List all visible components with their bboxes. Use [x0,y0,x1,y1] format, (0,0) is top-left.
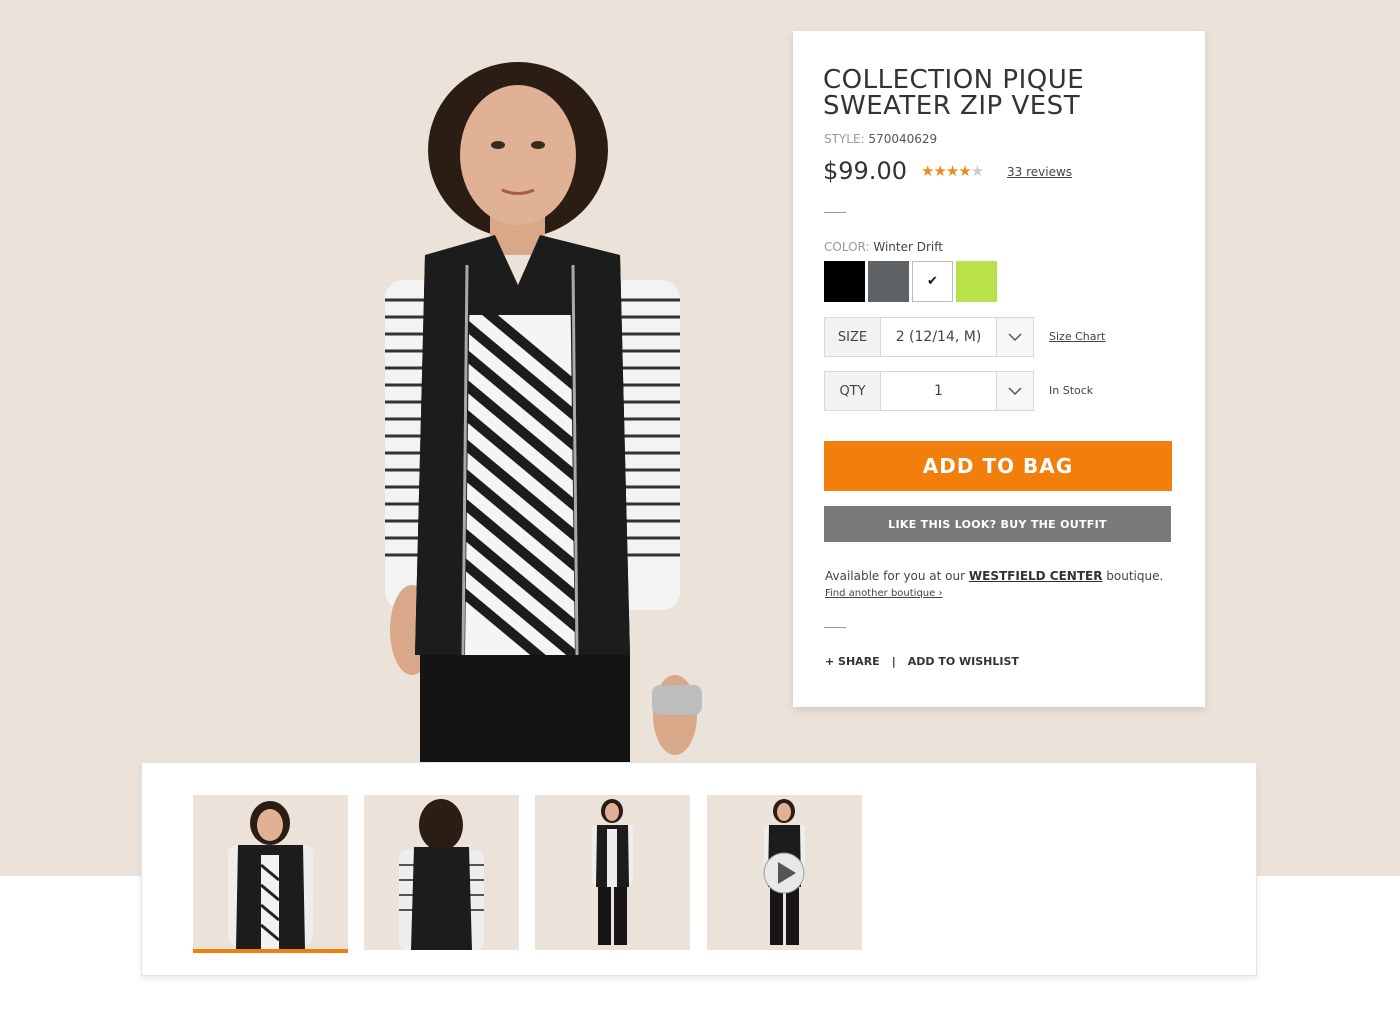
store-link[interactable]: WESTFIELD CENTER [969,569,1103,583]
chevron-down-icon[interactable] [996,318,1033,356]
swatch-lime[interactable] [956,261,997,302]
product-price: $99.00 [823,157,907,185]
find-boutique-link[interactable]: Find another boutique › [825,588,942,599]
thumbnail-back[interactable] [364,795,519,950]
buy-outfit-button[interactable]: LIKE THIS LOOK? BUY THE OUTFIT [824,506,1171,542]
color-swatches: ✔ [824,261,997,302]
rating-stars: ★★★★★ [921,162,984,180]
divider [824,212,846,213]
color-selected: COLOR: Winter Drift [824,240,943,254]
swatch-charcoal[interactable] [868,261,909,302]
stock-status: In Stock [1049,384,1094,397]
size-chart-link[interactable]: Size Chart [1049,330,1105,343]
thumbnail-full-length[interactable] [535,795,690,950]
style-value: 570040629 [868,132,938,146]
style-number: STYLE: 570040629 [824,132,937,146]
product-title: COLLECTION PIQUE SWEATER ZIP VEST [823,65,1085,121]
chevron-down-icon[interactable] [996,372,1033,410]
color-label: COLOR: [824,240,870,254]
swatch-winter-drift[interactable]: ✔ [912,261,953,302]
share-button[interactable]: + SHARE [825,655,880,668]
divider [824,627,846,628]
star-icon: ★★★★ [921,162,972,180]
thumbnail-video[interactable] [707,795,862,950]
share-actions: + SHARE | ADD TO WISHLIST [825,655,1019,668]
thumbnail-strip [141,762,1257,976]
add-to-bag-button[interactable]: ADD TO BAG [824,441,1172,491]
play-icon[interactable] [763,852,805,894]
qty-select[interactable]: QTY 1 [824,371,1034,411]
avail-suffix: boutique. [1102,569,1164,583]
size-select[interactable]: SIZE 2 (12/14, M) [824,317,1034,357]
product-main-image [385,62,702,763]
color-value: Winter Drift [873,240,943,254]
thumbnail-front[interactable] [193,795,348,953]
product-details-panel: COLLECTION PIQUE SWEATER ZIP VEST STYLE:… [793,31,1205,707]
size-label: SIZE [825,318,881,356]
avail-prefix: Available for you at our [825,569,969,583]
qty-value: 1 [934,383,943,399]
star-empty-icon: ★ [970,162,984,180]
checkmark-icon: ✔ [927,274,938,289]
action-separator: | [891,655,896,668]
store-availability: Available for you at our WESTFIELD CENTE… [825,569,1163,583]
size-value: 2 (12/14, M) [895,329,982,345]
swatch-black[interactable] [824,261,865,302]
reviews-link[interactable]: 33 reviews [1007,165,1072,179]
qty-label: QTY [825,372,881,410]
wishlist-button[interactable]: ADD TO WISHLIST [908,655,1019,668]
style-label: STYLE: [824,132,865,146]
